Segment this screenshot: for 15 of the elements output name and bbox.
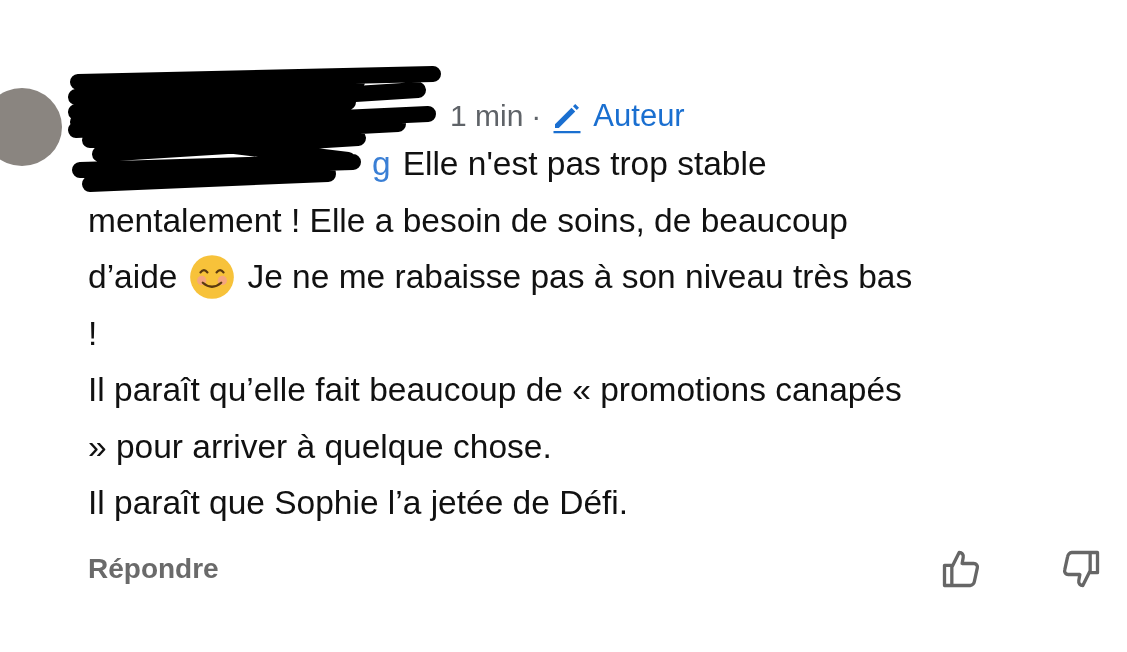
comment-text: Il paraît qu’elle fait beaucoup de « promotions canapés [88,371,902,410]
comment-text: Elle n'est pas trop stable [402,145,767,184]
comment-text: ! [88,314,98,353]
author-label: Auteur [549,98,685,134]
comment-text: Je ne me rabaisse pas à son niveau très bas [247,258,913,297]
comment-text: » pour arriver à quelque chose. [88,427,552,466]
smiling-face-icon [189,254,236,301]
separator: · [531,99,542,133]
comment-text: Il paraît que Sophie l’a jetée de Défi. [88,484,629,523]
comment-text: mentalement ! Elle a besoin de soins, de beaucoup [88,201,848,240]
comment-text: d’aide [88,258,178,297]
avatar[interactable] [0,88,62,166]
reply-link[interactable]: Répondre [88,552,863,585]
mention-link[interactable]: g [372,145,391,184]
comment-time: 1 min [450,99,524,133]
